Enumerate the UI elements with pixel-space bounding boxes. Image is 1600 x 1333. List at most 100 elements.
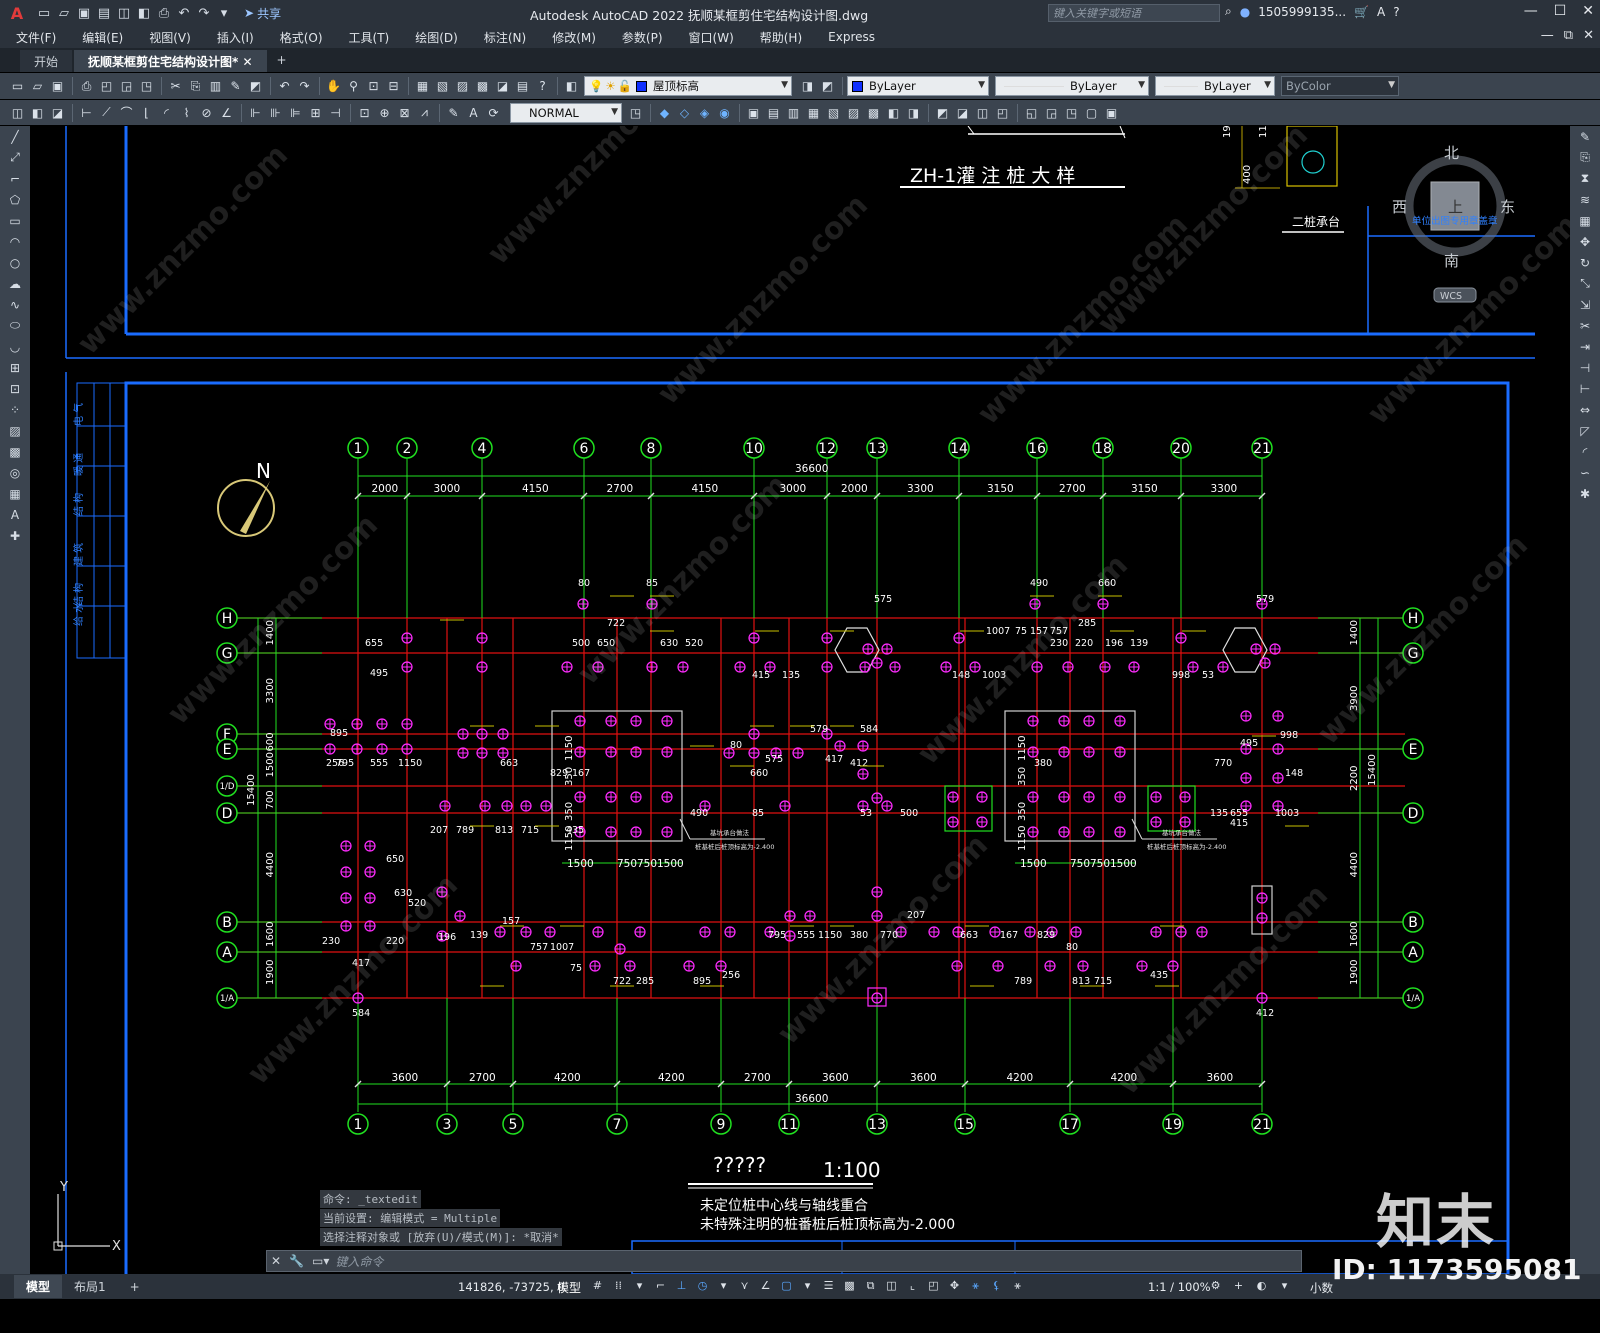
dim-update-icon[interactable]: ⟳ [484, 103, 503, 122]
selection-filter-icon[interactable]: ◰ [924, 1276, 943, 1295]
annotation-monitor-icon[interactable]: + [1229, 1276, 1248, 1295]
polyline-icon[interactable]: ⌐ [0, 168, 30, 189]
linear-dim-icon[interactable]: ⊢ [77, 103, 96, 122]
design-center-icon[interactable]: ▧ [433, 77, 452, 96]
make-block-icon[interactable]: ⊡ [0, 378, 30, 399]
paste-icon[interactable]: ▥ [206, 77, 225, 96]
tab-model[interactable]: 模型 [14, 1275, 63, 1298]
jogged-linear-icon[interactable]: ⩘ [415, 103, 434, 122]
modify-19-icon[interactable]: ◲ [1042, 103, 1061, 122]
gizmo-icon[interactable]: ✥ [945, 1276, 964, 1295]
arc-length-icon[interactable]: ⌒ [117, 103, 136, 122]
autocad-logo-icon[interactable]: A [0, 0, 34, 26]
new-file-icon[interactable]: ▭ [34, 4, 54, 22]
explode-icon[interactable]: ✱ [1570, 483, 1600, 504]
tab-start[interactable]: 开始 [20, 50, 73, 72]
transparency-icon[interactable]: ▩ [840, 1276, 859, 1295]
diameter-dim-icon[interactable]: ⊘ [197, 103, 216, 122]
open-file-icon[interactable]: ▱ [54, 4, 74, 22]
rotate-icon[interactable]: ↻ [1570, 252, 1600, 273]
help-icon[interactable]: ? [1393, 5, 1399, 19]
grid-icon[interactable]: # [588, 1276, 607, 1295]
tool-a-icon[interactable]: ◫ [8, 103, 27, 122]
construction-line-icon[interactable]: ⤢ [0, 147, 30, 168]
modify-12-icon[interactable]: ◧ [884, 103, 903, 122]
stretch-icon[interactable]: ⇲ [1570, 294, 1600, 315]
baseline-dim-icon[interactable]: ⊪ [266, 103, 285, 122]
zoom-realtime-icon[interactable]: ⚲ [344, 77, 363, 96]
region-icon[interactable]: ◎ [0, 462, 30, 483]
viewcube-south[interactable]: 南 [1444, 252, 1459, 270]
dim-edit-icon[interactable]: ✎ [444, 103, 463, 122]
plotstyle-dropdown[interactable]: ByColor ▼ [1281, 76, 1399, 96]
search-icon[interactable]: ⌕ [1225, 4, 1232, 19]
extend-icon[interactable]: ⇥ [1570, 336, 1600, 357]
command-line[interactable]: ✕ 🔧 ▭▾ 键入命令 [266, 1250, 1302, 1272]
join-icon[interactable]: ⇔ [1570, 399, 1600, 420]
modify-13-icon[interactable]: ◨ [904, 103, 923, 122]
hatch-icon[interactable]: ▨ [0, 420, 30, 441]
tolerance-icon[interactable]: ⊡ [355, 103, 374, 122]
modify-9-icon[interactable]: ▧ [824, 103, 843, 122]
offset-icon[interactable]: ≋ [1570, 189, 1600, 210]
copy-icon[interactable]: ⎘ [186, 77, 205, 96]
modify-5-icon[interactable]: ▣ [744, 103, 763, 122]
undo-icon[interactable]: ↶ [275, 77, 294, 96]
modify-10-icon[interactable]: ▨ [844, 103, 863, 122]
viewcube-north[interactable]: 北 [1444, 144, 1459, 162]
plot-icon[interactable]: ⎙ [77, 77, 96, 96]
zoom-previous-icon[interactable]: ⊟ [384, 77, 403, 96]
isolate-icon[interactable]: ◐ [1252, 1276, 1271, 1295]
dim-space-icon[interactable]: ⊞ [306, 103, 325, 122]
tool-palettes-icon[interactable]: ▨ [453, 77, 472, 96]
mtext-icon[interactable]: A [0, 504, 30, 525]
ortho-icon[interactable]: ⊥ [672, 1276, 691, 1295]
viewcube-east[interactable]: 东 [1500, 198, 1515, 216]
units-menu-icon[interactable]: ▾ [1275, 1276, 1294, 1295]
chamfer-icon[interactable]: ◸ [1570, 420, 1600, 441]
add-selected-icon[interactable]: ✚ [0, 525, 30, 546]
qa-customize-icon[interactable]: ▾ [214, 4, 234, 22]
arc-icon[interactable]: ◠ [0, 231, 30, 252]
maximize-icon[interactable]: ☐ [1554, 3, 1567, 19]
share-button[interactable]: ➤ 共享 [244, 5, 281, 22]
menu-parametric[interactable]: 参数(P) [606, 29, 673, 46]
annotation-scale-value[interactable]: 1:1 / 100% [1148, 1280, 1211, 1294]
snap-icon[interactable]: ⁞⁞ [609, 1276, 628, 1295]
cmd-close-icon[interactable]: ✕ [271, 1254, 281, 1268]
array-icon[interactable]: ▦ [1570, 210, 1600, 231]
erase-icon[interactable]: ✎ [1570, 126, 1600, 147]
ellipse-icon[interactable]: ⬭ [0, 315, 30, 336]
close-icon[interactable]: ✕ [1582, 3, 1594, 19]
user-icon[interactable]: ● [1240, 5, 1250, 19]
lineweight-icon[interactable]: ☰ [819, 1276, 838, 1295]
3d-print-icon[interactable]: ◳ [137, 77, 156, 96]
zoom-window-icon[interactable]: ⊡ [364, 77, 383, 96]
polygon-icon[interactable]: ⬠ [0, 189, 30, 210]
point-icon[interactable]: ⁘ [0, 399, 30, 420]
ordinate-dim-icon[interactable]: ⌊ [137, 103, 156, 122]
blend-icon[interactable]: ∽ [1570, 462, 1600, 483]
annotation-visibility-icon[interactable]: ⚹ [966, 1276, 985, 1295]
redo-icon[interactable]: ↷ [194, 4, 214, 22]
block-editor-icon[interactable]: ◩ [246, 77, 265, 96]
modify-17-icon[interactable]: ◰ [993, 103, 1012, 122]
modify-20-icon[interactable]: ◳ [1062, 103, 1081, 122]
tool-b-icon[interactable]: ◧ [28, 103, 47, 122]
ellipse-arc-icon[interactable]: ◡ [0, 336, 30, 357]
save-icon[interactable]: ▣ [48, 77, 67, 96]
help-icon[interactable]: ? [533, 77, 552, 96]
layer-previous-icon[interactable]: ◩ [818, 77, 837, 96]
table-icon[interactable]: ▦ [0, 483, 30, 504]
color-dropdown[interactable]: ByLayer ▼ [847, 76, 989, 96]
match-properties-icon[interactable]: ✎ [226, 77, 245, 96]
dim-text-edit-icon[interactable]: A [464, 103, 483, 122]
preview-icon[interactable]: ◰ [97, 77, 116, 96]
selection-cycling-icon[interactable]: ⧉ [861, 1276, 880, 1295]
osnap-menu-icon[interactable]: ▾ [798, 1276, 817, 1295]
infer-constraints-icon[interactable]: ⌐ [651, 1276, 670, 1295]
menu-modify[interactable]: 修改(M) [536, 29, 606, 46]
copy-object-icon[interactable]: ⎘ [1570, 147, 1600, 168]
otrack-icon[interactable]: ∠ [756, 1276, 775, 1295]
modify-8-icon[interactable]: ▦ [804, 103, 823, 122]
